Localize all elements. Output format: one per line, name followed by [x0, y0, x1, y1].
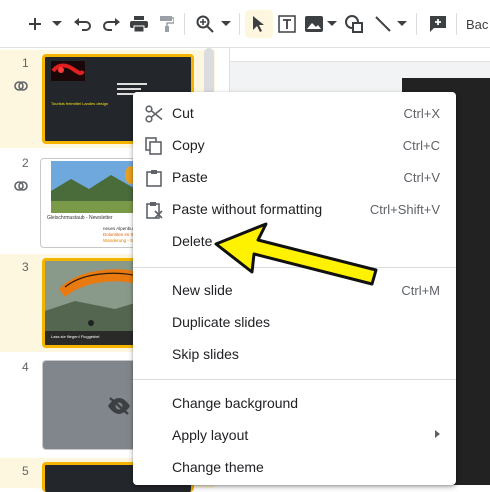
slide-caption: Lass sie fliegen! Fluggebiet	[51, 334, 100, 339]
toolbar-divider	[456, 13, 457, 35]
slide-text-line	[117, 83, 147, 85]
menu-item-change-background[interactable]: Change background	[133, 388, 456, 420]
scissors-icon	[145, 105, 163, 123]
redo-icon[interactable]	[100, 10, 122, 38]
menu-item-shortcut: Ctrl+M	[401, 283, 440, 298]
slide-number: 3	[22, 260, 29, 274]
menu-item-skip-slides[interactable]: Skip slides	[133, 339, 456, 371]
text-box-icon[interactable]	[276, 10, 298, 38]
menu-item-label: Apply layout	[172, 427, 249, 443]
menu-item-label: Duplicate slides	[172, 314, 271, 330]
toolbar: Bac	[0, 0, 490, 48]
menu-item-cut[interactable]: Cut Ctrl+X	[133, 98, 456, 130]
zoom-dropdown-icon[interactable]	[219, 10, 233, 38]
annotation-arrow-icon	[214, 222, 378, 286]
add-comment-icon[interactable]	[426, 10, 450, 38]
menu-item-label: Cut	[172, 105, 194, 121]
toolbar-divider	[239, 13, 240, 35]
slide-caption: Gleischrmustaub - Newsletter	[47, 215, 113, 221]
horizontal-ruler	[230, 48, 490, 62]
slide-number: 1	[22, 56, 29, 70]
new-slide-dropdown-icon[interactable]	[50, 10, 64, 38]
menu-separator	[133, 379, 456, 380]
linked-slide-icon	[13, 178, 29, 199]
line-icon[interactable]	[372, 10, 394, 38]
zoom-icon[interactable]	[194, 10, 216, 38]
slide-image	[51, 161, 139, 213]
menu-item-label: Delete	[172, 233, 213, 249]
menu-item-paste[interactable]: Paste Ctrl+V	[133, 162, 456, 194]
menu-item-label: Paste without formatting	[172, 201, 323, 217]
menu-item-copy[interactable]: Copy Ctrl+C	[133, 130, 456, 162]
paint-format-icon[interactable]	[156, 10, 178, 38]
menu-item-label: Change theme	[172, 459, 264, 475]
menu-item-label: Skip slides	[172, 346, 239, 362]
menu-item-label: Change background	[172, 395, 299, 411]
line-dropdown-icon[interactable]	[396, 10, 408, 38]
hidden-slide-eye-off-icon	[107, 397, 131, 420]
slide-number: 5	[22, 464, 29, 478]
print-icon[interactable]	[128, 10, 150, 38]
new-slide-plus-icon[interactable]	[24, 10, 46, 38]
image-icon[interactable]	[303, 10, 325, 38]
menu-item-shortcut: Ctrl+V	[403, 170, 440, 185]
copy-icon	[145, 137, 163, 155]
submenu-arrow-icon	[435, 430, 440, 438]
linked-slide-icon	[13, 78, 29, 99]
toolbar-divider	[416, 13, 417, 35]
slide-image	[51, 61, 85, 81]
slide-number: 4	[22, 360, 29, 374]
menu-item-apply-layout[interactable]: Apply layout	[133, 420, 456, 452]
menu-item-label: Copy	[172, 137, 205, 153]
image-dropdown-icon[interactable]	[326, 10, 338, 38]
shape-icon[interactable]	[343, 10, 365, 38]
undo-icon[interactable]	[72, 10, 94, 38]
menu-item-shortcut: Ctrl+X	[403, 106, 440, 121]
select-cursor-icon[interactable]	[245, 10, 273, 38]
menu-item-change-theme[interactable]: Change theme	[133, 452, 456, 484]
paste-plain-icon	[145, 201, 163, 219]
menu-item-shortcut: Ctrl+Shift+V	[369, 202, 440, 217]
slide-text-line	[117, 88, 141, 90]
menu-item-shortcut: Ctrl+C	[402, 138, 440, 153]
toolbar-divider	[184, 13, 185, 35]
slide-number: 2	[22, 156, 29, 170]
clipboard-icon	[145, 169, 163, 187]
menu-item-duplicate-slides[interactable]: Duplicate slides	[133, 307, 456, 339]
slide-caption: Tourists freimittel Landes design	[51, 101, 109, 106]
background-button-label[interactable]: Bac	[466, 17, 488, 32]
menu-item-label: Paste	[172, 169, 208, 185]
